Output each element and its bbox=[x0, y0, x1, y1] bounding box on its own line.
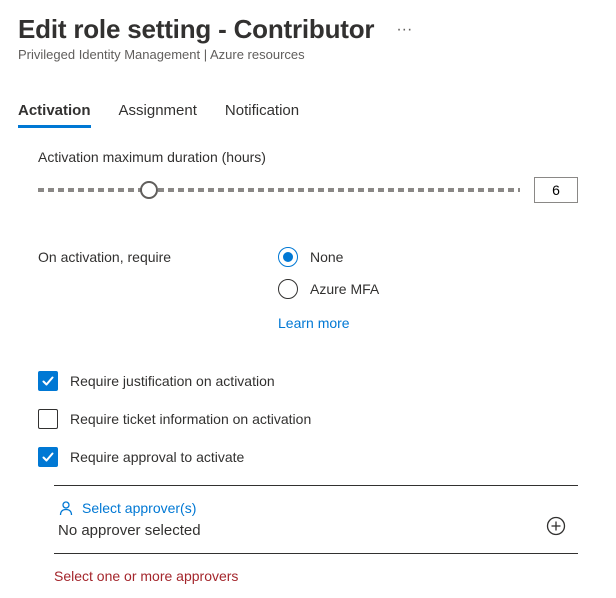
page-title: Edit role setting - Contributor bbox=[18, 14, 374, 45]
checkbox-justification-box bbox=[38, 371, 58, 391]
select-approvers-link[interactable]: Select approver(s) bbox=[58, 500, 201, 516]
select-approvers-label: Select approver(s) bbox=[82, 500, 196, 516]
breadcrumb: Privileged Identity Management | Azure r… bbox=[18, 47, 598, 62]
radio-mfa-indicator bbox=[278, 279, 298, 299]
radio-none-label: None bbox=[310, 249, 343, 265]
checkbox-ticket-label: Require ticket information on activation bbox=[70, 411, 311, 427]
radio-mfa-label: Azure MFA bbox=[310, 281, 379, 297]
tab-assignment[interactable]: Assignment bbox=[119, 96, 197, 127]
no-approver-text: No approver selected bbox=[58, 522, 201, 539]
check-icon bbox=[41, 374, 55, 388]
checkbox-ticket-box bbox=[38, 409, 58, 429]
checkbox-require-approval[interactable]: Require approval to activate bbox=[38, 447, 578, 467]
checkbox-approval-label: Require approval to activate bbox=[70, 449, 244, 465]
slider-thumb[interactable] bbox=[140, 181, 158, 199]
learn-more-link[interactable]: Learn more bbox=[278, 315, 379, 331]
radio-none-indicator bbox=[278, 247, 298, 267]
add-approver-button[interactable] bbox=[546, 516, 568, 538]
more-actions-button[interactable]: ··· bbox=[390, 21, 418, 39]
approvers-error-text: Select one or more approvers bbox=[54, 568, 578, 584]
radio-none[interactable]: None bbox=[278, 247, 379, 267]
checkbox-require-justification[interactable]: Require justification on activation bbox=[38, 371, 578, 391]
checkbox-justification-label: Require justification on activation bbox=[70, 373, 275, 389]
plus-circle-icon bbox=[546, 516, 566, 536]
checkbox-require-ticket[interactable]: Require ticket information on activation bbox=[38, 409, 578, 429]
approvers-block: Select approver(s) No approver selected bbox=[54, 485, 578, 554]
duration-input[interactable] bbox=[534, 177, 578, 203]
person-icon bbox=[58, 500, 74, 516]
on-activation-require-label: On activation, require bbox=[38, 249, 278, 265]
check-icon bbox=[41, 450, 55, 464]
duration-label: Activation maximum duration (hours) bbox=[38, 149, 578, 165]
radio-azure-mfa[interactable]: Azure MFA bbox=[278, 279, 379, 299]
checkbox-approval-box bbox=[38, 447, 58, 467]
tab-notification[interactable]: Notification bbox=[225, 96, 299, 127]
tab-activation[interactable]: Activation bbox=[18, 96, 91, 127]
tabs: Activation Assignment Notification bbox=[18, 96, 598, 127]
duration-slider[interactable] bbox=[38, 180, 520, 200]
